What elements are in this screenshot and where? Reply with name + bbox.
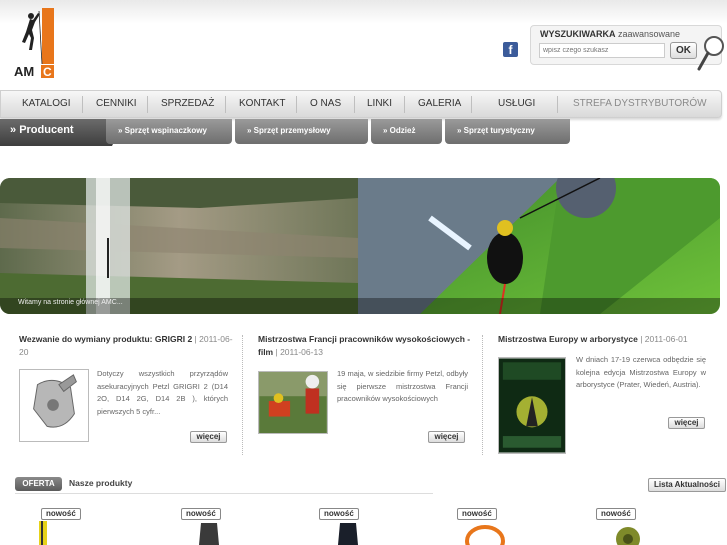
search-ok-button[interactable]: OK (670, 42, 697, 59)
nav-separator (296, 96, 297, 113)
main-navigation: KATALOGI CENNIKI SPRZEDAŻ KONTAKT O NAS … (0, 90, 722, 118)
nav-separator (404, 96, 405, 113)
search-title-bold: WYSZUKIWARKA (540, 29, 616, 39)
oferta-tab[interactable]: OFERTA (15, 477, 62, 491)
search-input[interactable] (539, 43, 665, 58)
news-item-1: Wezwanie do wymiany produktu: GRIGRI 2 |… (19, 333, 234, 359)
search-advanced-link[interactable]: zaawansowane (618, 29, 680, 39)
nav-separator (471, 96, 472, 113)
nav-cenniki[interactable]: CENNIKI (96, 98, 137, 109)
nav-linki[interactable]: LINKI (367, 98, 392, 109)
search-box: WYSZUKIWARKA zaawansowane OK (530, 25, 722, 65)
subnav-tab-tourist[interactable]: » Sprzęt turystyczny (445, 119, 570, 144)
new-badge: nowość (596, 508, 636, 520)
product-image-3[interactable] (336, 521, 360, 545)
nav-o-nas[interactable]: O NAS (310, 98, 341, 109)
top-gradient (0, 0, 727, 24)
product-image-5[interactable] (613, 521, 643, 545)
news-title[interactable]: Mistrzostwa Europy w arborystyce | 2011-… (498, 333, 720, 346)
news-list-button[interactable]: Lista Aktualności (648, 478, 726, 492)
news-more-button[interactable]: więcej (190, 431, 227, 443)
nav-uslugi[interactable]: USŁUGI (498, 98, 535, 109)
news-item-2: Mistrzostwa Francji pracowników wysokośc… (258, 333, 473, 359)
subnav-tab-industrial[interactable]: » Sprzęt przemysłowy (235, 119, 368, 144)
nav-separator (147, 96, 148, 113)
subnav-producent-label: » Producent (10, 124, 74, 136)
search-title: WYSZUKIWARKA zaawansowane (540, 29, 680, 39)
product-image-1[interactable] (36, 521, 50, 545)
subnav-tab-climbing[interactable]: » Sprzęt wspinaczkowy (106, 119, 232, 144)
news-separator (242, 335, 243, 455)
svg-text:C: C (43, 65, 52, 78)
news-title[interactable]: Mistrzostwa Francji pracowników wysokośc… (258, 333, 473, 359)
new-badge: nowość (181, 508, 221, 520)
news-image-grigri[interactable] (19, 369, 89, 442)
news-image-championship[interactable] (258, 371, 328, 434)
product-image-4[interactable] (463, 521, 507, 545)
nav-sprzedaz[interactable]: SPRZEDAŻ (161, 98, 214, 109)
nav-kontakt[interactable]: KONTAKT (239, 98, 285, 109)
new-badge: nowość (457, 508, 497, 520)
banner-caption: Witamy na stronie głównej AMC... (18, 299, 123, 306)
nav-separator (557, 96, 558, 113)
products-title: Nasze produkty (69, 478, 133, 488)
news-text: Dotyczy wszystkich przyrządów asekuracyj… (97, 369, 228, 416)
products-divider (15, 493, 433, 494)
news-title[interactable]: Wezwanie do wymiany produktu: GRIGRI 2 |… (19, 333, 234, 359)
nav-strefa-dystrybutorow[interactable]: STREFA DYSTRYBUTORÓW (573, 98, 707, 109)
news-image-poster[interactable] (498, 357, 566, 454)
news-separator (482, 335, 483, 455)
news-item-3: Mistrzostwa Europy w arborystyce | 2011-… (498, 333, 720, 346)
amc-logo[interactable]: AM C (14, 8, 56, 78)
new-badge: nowość (41, 508, 81, 520)
facebook-icon[interactable]: f (503, 42, 518, 57)
svg-text:AM: AM (14, 64, 34, 78)
nav-separator (225, 96, 226, 113)
news-more-button[interactable]: więcej (428, 431, 465, 443)
new-badge: nowość (319, 508, 359, 520)
news-text: W dniach 17-19 czerwca odbędzie się kole… (576, 355, 706, 389)
nav-katalogi[interactable]: KATALOGI (22, 98, 71, 109)
product-image-2[interactable] (197, 521, 221, 545)
hero-banner[interactable] (0, 178, 720, 314)
nav-galeria[interactable]: GALERIA (418, 98, 461, 109)
magnifier-icon (697, 36, 724, 71)
nav-separator (82, 96, 83, 113)
subnav-tab-clothing[interactable]: » Odzież (371, 119, 442, 144)
nav-separator (354, 96, 355, 113)
news-text: 19 maja, w siedzibie firmy Petzl, odbyły… (337, 369, 468, 403)
news-more-button[interactable]: więcej (668, 417, 705, 429)
